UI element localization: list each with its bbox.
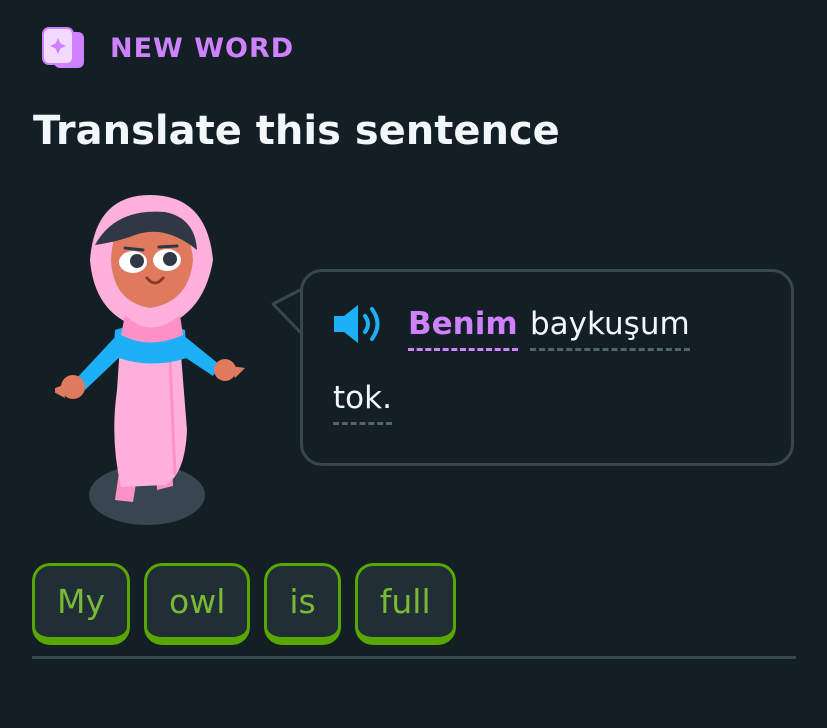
character-illustration	[55, 195, 245, 525]
prompt-word-new[interactable]: Benim	[408, 306, 518, 351]
answer-chip-area: My owl is full	[32, 563, 456, 645]
prompt-word[interactable]: baykuşum	[530, 306, 690, 351]
page-title: Translate this sentence	[33, 108, 560, 154]
prompt-word[interactable]: tok.	[333, 380, 392, 425]
new-word-card-icon	[42, 27, 84, 68]
word-chip-full[interactable]: full	[354, 563, 456, 645]
speaker-icon[interactable]	[330, 302, 384, 346]
word-chip-owl[interactable]: owl	[144, 563, 251, 645]
speech-bubble	[300, 269, 794, 466]
new-word-badge: NEW WORD	[40, 24, 294, 72]
answer-line	[32, 656, 796, 659]
new-word-label: NEW WORD	[110, 32, 295, 64]
word-chip-is[interactable]: is	[264, 563, 341, 645]
word-chip-my[interactable]: My	[32, 563, 131, 645]
